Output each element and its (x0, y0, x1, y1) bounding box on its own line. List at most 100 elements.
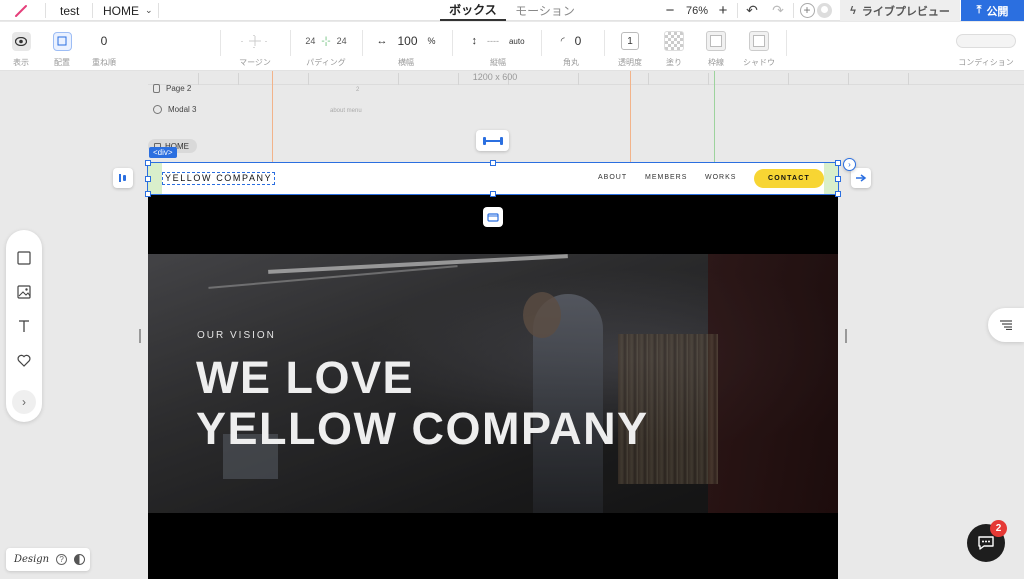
layout-icon[interactable] (52, 31, 72, 51)
undo-icon[interactable]: ↶ (744, 0, 760, 21)
resize-handle[interactable] (145, 160, 151, 166)
box-tool-icon[interactable] (15, 249, 33, 267)
shadow-icon[interactable] (749, 31, 769, 51)
divider (541, 30, 542, 56)
page-list-item-modal3[interactable]: Modal 3 (153, 105, 196, 114)
resize-handle[interactable] (835, 160, 841, 166)
resize-handle[interactable] (145, 176, 151, 182)
divider (92, 3, 93, 18)
frame-label: 2 (356, 87, 360, 93)
site-logo[interactable]: YELLOW COMPANY (162, 172, 276, 185)
radius-input[interactable]: ◜ 0 (546, 31, 596, 51)
eye-icon[interactable] (11, 31, 31, 51)
corner-radius-icon: ◜ (560, 35, 565, 47)
width-control: ↔ 100 % 横幅 (366, 22, 446, 71)
padding-input[interactable]: 24 -¦- 24 (300, 31, 352, 51)
hero-title-line: YELLOW COMPANY (196, 403, 649, 454)
app-logo-icon[interactable] (14, 0, 28, 21)
divider (786, 30, 787, 56)
page-select-label: HOME (103, 3, 139, 18)
redo-icon[interactable]: ↷ (770, 0, 786, 21)
chevron-down-icon: ⌄ (145, 5, 153, 15)
hero-title[interactable]: WE LOVE YELLOW COMPANY (196, 352, 649, 454)
layout-control: 配置 (49, 22, 75, 71)
height-resize-handle[interactable] (476, 130, 509, 151)
guide-line (272, 71, 273, 167)
page-list-label: Page 2 (166, 84, 192, 93)
divider (737, 3, 738, 18)
height-unit[interactable]: auto (509, 37, 525, 46)
tab-motion[interactable]: モーション (512, 0, 578, 21)
chevron-right-icon[interactable]: › (12, 390, 36, 414)
design-mode-chip[interactable]: Design ? (6, 548, 90, 571)
zoom-level[interactable]: 76% (684, 0, 710, 21)
padding-right-value: 24 (336, 36, 347, 46)
theme-toggle-icon[interactable] (74, 554, 86, 565)
nav-works[interactable]: WORKS (705, 174, 736, 181)
modal-icon (153, 105, 162, 114)
upload-icon: ⤒ (976, 4, 982, 16)
opacity-input[interactable]: 1 (621, 32, 639, 50)
heart-icon[interactable] (15, 351, 33, 369)
element-toolbar: › (6, 230, 42, 422)
height-label: 縦幅 (490, 58, 506, 67)
layers-panel-button[interactable] (988, 308, 1024, 342)
resize-handle[interactable] (490, 160, 496, 166)
radius-label: 角丸 (563, 58, 579, 67)
resize-handle[interactable] (490, 191, 496, 197)
text-tool-icon[interactable] (15, 317, 33, 335)
height-input[interactable]: ↕ ---- auto (456, 31, 540, 51)
canvas-edge-marker (845, 329, 847, 343)
opacity-control: 1 透明度 (612, 22, 648, 71)
project-name[interactable]: test (60, 0, 79, 21)
editor-canvas[interactable]: 1200 x 600 Page 2 Modal 3 about menu 2 H… (0, 71, 1024, 579)
page-dimensions: 1200 x 600 (472, 72, 518, 82)
nav-about[interactable]: ABOUT (598, 174, 627, 181)
hero-section[interactable]: OUR VISION WE LOVE YELLOW COMPANY (148, 254, 838, 513)
design-label: Design (14, 554, 50, 565)
image-tool-icon[interactable] (15, 283, 33, 301)
radius-control: ◜ 0 角丸 (546, 22, 596, 71)
arrow-right-icon[interactable] (851, 168, 871, 188)
selection-tag[interactable]: <div> (149, 147, 177, 158)
contact-button[interactable]: CONTACT (754, 169, 824, 188)
nav-members[interactable]: MEMBERS (645, 174, 687, 181)
page-icon (153, 84, 160, 93)
zoom-out-button[interactable]: − (662, 0, 678, 21)
avatar[interactable] (815, 0, 833, 21)
fill-swatch[interactable] (664, 31, 684, 51)
publish-button[interactable]: ⤒ 公開 (961, 0, 1024, 21)
site-preview[interactable]: YELLOW COMPANY ABOUT MEMBERS WORKS CONTA… (145, 160, 841, 579)
resize-handle[interactable] (835, 176, 841, 182)
page-select[interactable]: HOME ⌄ (103, 0, 153, 21)
resize-handle[interactable] (835, 191, 841, 197)
padding-label: パディング (306, 58, 346, 67)
add-collaborator-button[interactable]: + (798, 0, 816, 21)
chevron-right-icon[interactable]: › (843, 158, 856, 171)
padding-icon: -¦- (321, 35, 331, 47)
hero-eyebrow[interactable]: OUR VISION (197, 330, 276, 341)
divider (362, 30, 363, 56)
divider (452, 30, 453, 56)
margin-input[interactable]: ---- (230, 31, 280, 51)
zoom-in-button[interactable]: + (715, 0, 731, 21)
section-settings-icon[interactable] (483, 207, 503, 227)
width-input[interactable]: ↔ 100 % (366, 31, 446, 51)
page-list-item-page2[interactable]: Page 2 (153, 84, 191, 93)
help-icon[interactable]: ? (56, 554, 68, 565)
live-preview-button[interactable]: ϟ ライブプレビュー (840, 0, 960, 21)
horizontal-arrows-icon: ↔ (376, 35, 388, 47)
site-header[interactable]: YELLOW COMPANY ABOUT MEMBERS WORKS CONTA… (145, 160, 841, 197)
resize-handle[interactable] (145, 191, 151, 197)
fill-control: 塗り (658, 22, 690, 71)
border-icon[interactable] (706, 31, 726, 51)
tab-box[interactable]: ボックス (440, 0, 506, 21)
width-unit[interactable]: % (428, 36, 436, 46)
padding-left-value: 24 (305, 36, 316, 46)
z-index-input[interactable]: 0 (88, 31, 120, 51)
display-control: 表示 (8, 22, 34, 71)
left-align-handle[interactable] (113, 168, 133, 188)
condition-select[interactable] (956, 34, 1016, 48)
divider (158, 3, 159, 18)
width-value: 100 (397, 34, 418, 48)
